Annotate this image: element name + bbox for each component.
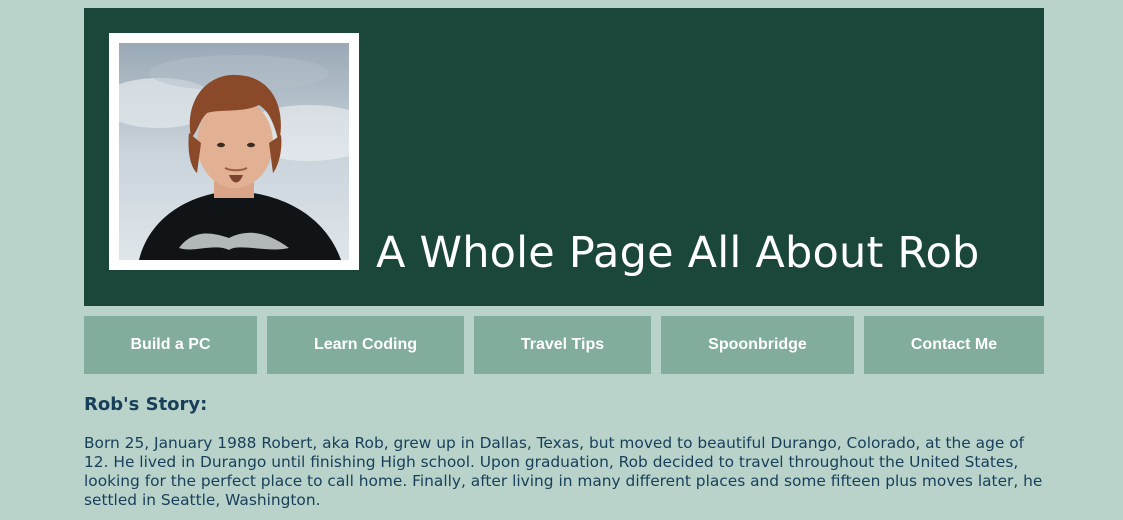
nav-learn-coding[interactable]: Learn Coding (267, 316, 464, 374)
nav-spoonbridge[interactable]: Spoonbridge (661, 316, 854, 374)
page-title: A Whole Page All About Rob (376, 228, 980, 278)
profile-photo-frame (109, 33, 359, 270)
main-nav: Build a PC Learn Coding Travel Tips Spoo… (84, 316, 1044, 374)
page: A Whole Page All About Rob Build a PC Le… (0, 0, 1123, 520)
site-header: A Whole Page All About Rob (84, 8, 1044, 306)
nav-contact-me[interactable]: Contact Me (864, 316, 1044, 374)
story-text: Born 25, January 1988 Robert, aka Rob, g… (84, 434, 1043, 509)
nav-build-a-pc[interactable]: Build a PC (84, 316, 257, 374)
profile-photo (119, 43, 349, 260)
story-heading: Rob's Story: (84, 394, 208, 415)
nav-travel-tips[interactable]: Travel Tips (474, 316, 651, 374)
